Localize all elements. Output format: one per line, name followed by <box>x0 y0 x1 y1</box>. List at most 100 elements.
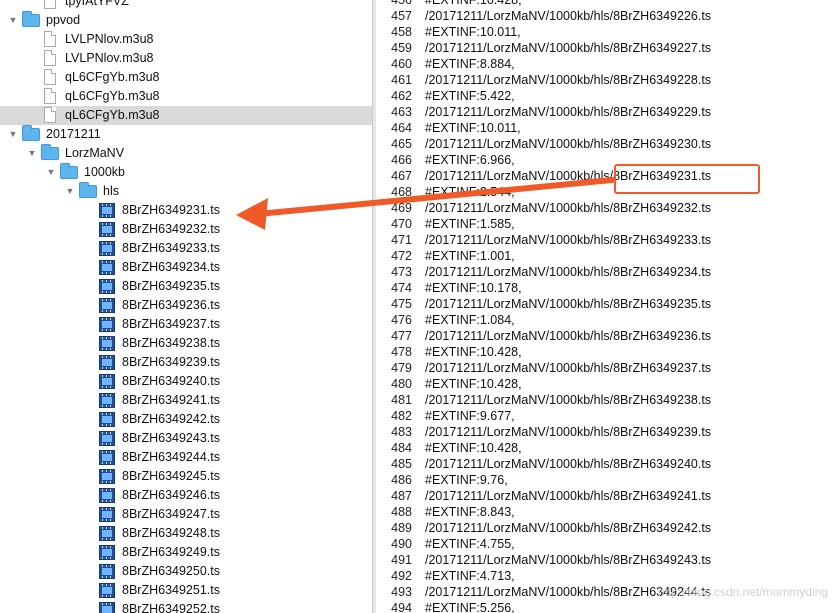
document-icon <box>44 50 56 66</box>
playlist-line[interactable]: 484 #EXTINF:10.428, <box>376 440 836 456</box>
playlist-line[interactable]: 472 #EXTINF:1.001, <box>376 248 836 264</box>
tree-item-label: 8BrZH6349245.ts <box>122 469 220 483</box>
tree-file-row[interactable]: tpyIAtYFVZ <box>0 0 372 11</box>
tree-file-row[interactable]: 8BrZH6349238.ts <box>0 334 372 353</box>
playlist-line[interactable]: 479/20171211/LorzMaNV/1000kb/hls/8BrZH63… <box>376 360 836 376</box>
tree-file-row[interactable]: 8BrZH6349236.ts <box>0 296 372 315</box>
tree-file-row[interactable]: 8BrZH6349246.ts <box>0 486 372 505</box>
tree-file-row[interactable]: 8BrZH6349241.ts <box>0 391 372 410</box>
playlist-line[interactable]: 488 #EXTINF:8.843, <box>376 504 836 520</box>
tree-file-row[interactable]: 8BrZH6349249.ts <box>0 543 372 562</box>
line-text: #EXTINF:10.428, <box>425 441 522 455</box>
line-text: /20171211/LorzMaNV/1000kb/hls/8BrZH63492… <box>425 233 712 247</box>
disclosure-triangle-icon[interactable]: ▼ <box>7 11 19 30</box>
playlist-line[interactable]: 456 #EXTINF:10.428, <box>376 0 836 8</box>
line-number: 463 <box>391 105 412 119</box>
tree-file-row[interactable]: 8BrZH6349247.ts <box>0 505 372 524</box>
playlist-line[interactable]: 475/20171211/LorzMaNV/1000kb/hls/8BrZH63… <box>376 296 836 312</box>
line-number: 486 <box>391 473 412 487</box>
tree-folder-row[interactable]: ▼ LorzMaNV <box>0 144 372 163</box>
playlist-line[interactable]: 471/20171211/LorzMaNV/1000kb/hls/8BrZH63… <box>376 232 836 248</box>
line-text: #EXTINF:5.422, <box>425 89 515 103</box>
playlist-line[interactable]: 467/20171211/LorzMaNV/1000kb/hls/8BrZH63… <box>376 168 836 184</box>
tree-item-label: 8BrZH6349242.ts <box>122 412 220 426</box>
video-file-icon <box>99 526 115 541</box>
tree-file-row[interactable]: 8BrZH6349250.ts <box>0 562 372 581</box>
tree-file-row[interactable]: 8BrZH6349234.ts <box>0 258 372 277</box>
tree-file-row[interactable]: qL6CFgYb.m3u8 <box>0 106 372 125</box>
playlist-line[interactable]: 466 #EXTINF:6.966, <box>376 152 836 168</box>
tree-file-row[interactable]: 8BrZH6349242.ts <box>0 410 372 429</box>
line-text: /20171211/LorzMaNV/1000kb/hls/8BrZH63492… <box>425 329 712 343</box>
playlist-line[interactable]: 477/20171211/LorzMaNV/1000kb/hls/8BrZH63… <box>376 328 836 344</box>
playlist-line[interactable]: 489/20171211/LorzMaNV/1000kb/hls/8BrZH63… <box>376 520 836 536</box>
tree-file-row[interactable]: 8BrZH6349233.ts <box>0 239 372 258</box>
playlist-line[interactable]: 494 #EXTINF:5.256, <box>376 600 836 613</box>
tree-file-row[interactable]: qL6CFgYb.m3u8 <box>0 87 372 106</box>
tree-item-label: 8BrZH6349239.ts <box>122 355 220 369</box>
playlist-line[interactable]: 463/20171211/LorzMaNV/1000kb/hls/8BrZH63… <box>376 104 836 120</box>
playlist-line[interactable]: 486 #EXTINF:9.76, <box>376 472 836 488</box>
line-number: 487 <box>391 489 412 503</box>
playlist-line[interactable]: 491/20171211/LorzMaNV/1000kb/hls/8BrZH63… <box>376 552 836 568</box>
tree-item-label: LVLPNlov.m3u8 <box>65 51 154 65</box>
playlist-line[interactable]: 474 #EXTINF:10.178, <box>376 280 836 296</box>
tree-file-row[interactable]: 8BrZH6349248.ts <box>0 524 372 543</box>
playlist-line[interactable]: 470 #EXTINF:1.585, <box>376 216 836 232</box>
playlist-line[interactable]: 459/20171211/LorzMaNV/1000kb/hls/8BrZH63… <box>376 40 836 56</box>
tree-item-label: qL6CFgYb.m3u8 <box>65 108 160 122</box>
playlist-line[interactable]: 483/20171211/LorzMaNV/1000kb/hls/8BrZH63… <box>376 424 836 440</box>
tree-folder-row[interactable]: ▼ hls <box>0 182 372 201</box>
tree-file-row[interactable]: 8BrZH6349240.ts <box>0 372 372 391</box>
tree-folder-row[interactable]: ▼ 20171211 <box>0 125 372 144</box>
disclosure-triangle-icon[interactable]: ▼ <box>7 125 19 144</box>
playlist-line[interactable]: 464 #EXTINF:10.011, <box>376 120 836 136</box>
disclosure-triangle-icon[interactable]: ▼ <box>64 182 76 201</box>
playlist-line[interactable]: 469/20171211/LorzMaNV/1000kb/hls/8BrZH63… <box>376 200 836 216</box>
tree-file-row[interactable]: 8BrZH6349235.ts <box>0 277 372 296</box>
tree-file-row[interactable]: LVLPNlov.m3u8 <box>0 49 372 68</box>
disclosure-triangle-icon[interactable]: ▼ <box>26 144 38 163</box>
disclosure-triangle-icon[interactable]: ▼ <box>45 163 57 182</box>
playlist-line[interactable]: 490 #EXTINF:4.755, <box>376 536 836 552</box>
tree-file-row[interactable]: LVLPNlov.m3u8 <box>0 30 372 49</box>
line-text: #EXTINF:8.884, <box>425 57 515 71</box>
line-text: #EXTINF:9.677, <box>425 409 515 423</box>
playlist-line[interactable]: 492 #EXTINF:4.713, <box>376 568 836 584</box>
playlist-editor[interactable]: 456 #EXTINF:10.428, 457/20171211/LorzMaNV/… <box>376 0 836 613</box>
playlist-line[interactable]: 458 #EXTINF:10.011, <box>376 24 836 40</box>
playlist-line[interactable]: 480 #EXTINF:10.428, <box>376 376 836 392</box>
tree-folder-row[interactable]: ▼ ppvod <box>0 11 372 30</box>
tree-file-row[interactable]: qL6CFgYb.m3u8 <box>0 68 372 87</box>
line-number: 475 <box>391 297 412 311</box>
playlist-line[interactable]: 465/20171211/LorzMaNV/1000kb/hls/8BrZH63… <box>376 136 836 152</box>
playlist-line[interactable]: 478 #EXTINF:10.428, <box>376 344 836 360</box>
playlist-line[interactable]: 457/20171211/LorzMaNV/1000kb/hls/8BrZH63… <box>376 8 836 24</box>
playlist-line[interactable]: 487/20171211/LorzMaNV/1000kb/hls/8BrZH63… <box>376 488 836 504</box>
tree-file-row[interactable]: 8BrZH6349239.ts <box>0 353 372 372</box>
tree-item-label: 8BrZH6349234.ts <box>122 260 220 274</box>
tree-file-row[interactable]: 8BrZH6349245.ts <box>0 467 372 486</box>
tree-folder-row[interactable]: ▼ 1000kb <box>0 163 372 182</box>
tree-file-row[interactable]: 8BrZH6349237.ts <box>0 315 372 334</box>
playlist-line[interactable]: 468 #EXTINF:2.544, <box>376 184 836 200</box>
playlist-line[interactable]: 485/20171211/LorzMaNV/1000kb/hls/8BrZH63… <box>376 456 836 472</box>
tree-file-row[interactable]: 8BrZH6349231.ts <box>0 201 372 220</box>
tree-file-row[interactable]: 8BrZH6349243.ts <box>0 429 372 448</box>
tree-file-row[interactable]: 8BrZH6349251.ts <box>0 581 372 600</box>
playlist-line[interactable]: 482 #EXTINF:9.677, <box>376 408 836 424</box>
line-number: 473 <box>391 265 412 279</box>
tree-item-label: 8BrZH6349243.ts <box>122 431 220 445</box>
playlist-line[interactable]: 476 #EXTINF:1.084, <box>376 312 836 328</box>
playlist-line[interactable]: 460 #EXTINF:8.884, <box>376 56 836 72</box>
line-text: /20171211/LorzMaNV/1000kb/hls/8BrZH63492… <box>425 41 712 55</box>
playlist-line[interactable]: 461/20171211/LorzMaNV/1000kb/hls/8BrZH63… <box>376 72 836 88</box>
line-text: #EXTINF:6.966, <box>425 153 515 167</box>
tree-file-row[interactable]: 8BrZH6349252.ts <box>0 600 372 613</box>
tree-file-row[interactable]: 8BrZH6349232.ts <box>0 220 372 239</box>
tree-file-row[interactable]: 8BrZH6349244.ts <box>0 448 372 467</box>
playlist-line[interactable]: 473/20171211/LorzMaNV/1000kb/hls/8BrZH63… <box>376 264 836 280</box>
playlist-line[interactable]: 462 #EXTINF:5.422, <box>376 88 836 104</box>
playlist-line[interactable]: 481/20171211/LorzMaNV/1000kb/hls/8BrZH63… <box>376 392 836 408</box>
tree-item-label: 8BrZH6349247.ts <box>122 507 220 521</box>
